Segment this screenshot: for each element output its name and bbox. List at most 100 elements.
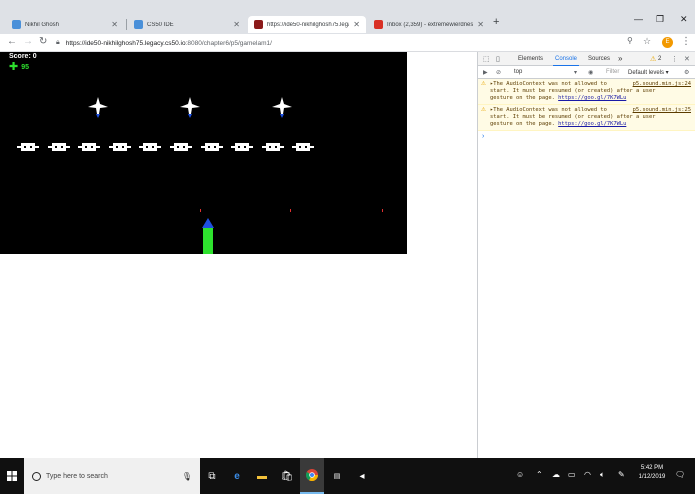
filter-input[interactable]: Filter xyxy=(606,69,619,75)
people-icon[interactable]: ☺ xyxy=(516,470,524,479)
devtools-menu-icon[interactable]: ⋮ xyxy=(671,55,678,63)
reload-icon[interactable]: ↻ xyxy=(39,36,47,47)
enemy-ship xyxy=(272,97,292,118)
edge-browser-icon[interactable]: e xyxy=(225,458,249,494)
profile-avatar[interactable]: E xyxy=(662,37,673,48)
enemy-ship xyxy=(180,97,200,118)
alien-enemy xyxy=(261,143,284,151)
warning-count-icon[interactable]: ⚠ xyxy=(650,55,656,63)
browser-tab-strip: Nikhil Ghosh ✕ CS50 IDE ✕ https://ide50-… xyxy=(0,0,695,34)
alien-enemy xyxy=(170,143,192,151)
onedrive-cloud-icon[interactable]: ☁ xyxy=(552,470,560,479)
close-tab-icon[interactable]: ✕ xyxy=(477,20,484,29)
clock-date: 1/12/2019 xyxy=(638,474,666,480)
back-arrow-icon[interactable]: ← xyxy=(7,36,17,47)
devtools-panel: ⬚ ▯ Elements Console Sources » ⚠ 2 ⋮ ✕ ▶… xyxy=(477,52,695,458)
message-text: gesture on the page. xyxy=(490,121,555,127)
alien-enemy xyxy=(108,143,131,151)
alien-enemy xyxy=(139,143,162,151)
tab-title: CS50 IDE xyxy=(147,21,174,28)
tab-gmail-inbox[interactable]: Inbox (2,359) - extremewierdness ✕ xyxy=(368,16,490,33)
microphone-icon[interactable]: 🎙︎ xyxy=(182,472,192,481)
chrome-menu-icon[interactable]: ⋮ xyxy=(681,36,691,47)
chrome-taskbar-icon[interactable] xyxy=(300,458,324,494)
tab-cs50-ide[interactable]: CS50 IDE ✕ xyxy=(128,16,246,33)
message-link[interactable]: https://goo.gl/7K7WLu xyxy=(558,95,626,101)
tab-title: Inbox (2,359) - extremewierdness xyxy=(387,21,474,28)
enemy-ship xyxy=(88,97,108,118)
close-devtools-icon[interactable]: ✕ xyxy=(684,55,690,63)
start-button[interactable] xyxy=(0,458,24,494)
context-selector[interactable]: top xyxy=(514,69,522,75)
action-center-icon[interactable]: 🗨︎ xyxy=(675,470,685,479)
restore-window-icon[interactable]: ❐ xyxy=(656,14,664,25)
enemy-bullet xyxy=(382,209,383,212)
close-window-icon[interactable]: ✕ xyxy=(680,14,688,25)
system-clock[interactable]: 5:42 PM 1/12/2019 xyxy=(632,464,672,482)
alien-enemy xyxy=(17,143,39,151)
tab-game-active[interactable]: https://ide50-nikhilghosh75.legac ✕ xyxy=(248,16,366,33)
health-indicator: ✚ 95 xyxy=(9,61,29,73)
forward-arrow-icon[interactable]: → xyxy=(23,36,33,47)
tab-title: Nikhil Ghosh xyxy=(25,21,60,28)
close-tab-icon[interactable]: ✕ xyxy=(111,20,118,29)
tab-sources[interactable]: Sources xyxy=(588,56,610,62)
live-expression-eye-icon[interactable]: ◉ xyxy=(588,69,593,76)
tab-console[interactable]: Console xyxy=(552,56,580,66)
pen-ink-icon[interactable]: ✎ xyxy=(618,470,625,479)
source-link[interactable]: p5.sound.min.js:25 xyxy=(633,107,691,114)
tab-favicon-icon xyxy=(134,20,143,29)
alien-enemy xyxy=(292,143,315,151)
volume-icon[interactable]: 🔈︎ xyxy=(600,470,605,480)
tab-title: https://ide50-nikhilghosh75.legac xyxy=(267,21,350,28)
windows-taskbar: Type here to search 🎙︎ ⧉ e ▬ 🛍︎ ▤ ◂ ☺ ⌃ … xyxy=(0,458,695,494)
inspect-element-icon[interactable]: ⬚ xyxy=(483,55,490,63)
zoom-search-icon[interactable]: ⚲ xyxy=(627,36,633,45)
context-dropdown-icon[interactable]: ▾ xyxy=(574,69,577,76)
close-tab-icon[interactable]: ✕ xyxy=(233,20,240,29)
app-icon[interactable]: ▤ xyxy=(325,458,349,494)
tab-elements[interactable]: Elements xyxy=(518,56,543,62)
player-rocket xyxy=(202,218,214,254)
file-explorer-icon[interactable]: ▬ xyxy=(250,458,274,494)
warning-icon: ⚠ xyxy=(481,81,486,87)
battery-icon[interactable]: ▭ xyxy=(568,470,576,479)
bookmark-star-icon[interactable]: ☆ xyxy=(643,36,651,47)
enemy-bullet xyxy=(200,209,201,212)
console-settings-gear-icon[interactable]: ⚙ xyxy=(684,69,689,76)
health-cross-icon: ✚ xyxy=(9,61,19,73)
shield-favicon-icon xyxy=(254,20,263,29)
score-label: Score: 0 xyxy=(9,53,37,60)
minimize-window-icon[interactable]: — xyxy=(634,14,643,24)
tab-favicon-icon xyxy=(12,20,21,29)
game-canvas[interactable]: Score: 0 ✚ 95 xyxy=(0,52,407,254)
device-toolbar-icon[interactable]: ▯ xyxy=(496,55,500,63)
console-warning-message: ⚠ p5.sound.min.js:25 ▸The AudioContext w… xyxy=(478,105,695,131)
taskbar-search-box[interactable]: Type here to search 🎙︎ xyxy=(24,458,200,494)
close-tab-icon[interactable]: ✕ xyxy=(353,20,360,29)
message-text: gesture on the page. xyxy=(490,95,555,101)
page-content: Score: 0 ✚ 95 xyxy=(0,52,477,458)
alien-enemy xyxy=(47,143,70,151)
message-text: start. It must be resumed (or created) a… xyxy=(490,114,656,120)
message-link[interactable]: https://goo.gl/7K7WLu xyxy=(558,121,626,127)
search-placeholder: Type here to search xyxy=(46,472,108,480)
media-app-icon[interactable]: ◂ xyxy=(350,458,374,494)
new-tab-button[interactable]: + xyxy=(493,16,499,28)
log-levels-dropdown[interactable]: Default levels ▾ xyxy=(628,69,669,76)
show-hidden-icons-chevron-icon[interactable]: ⌃ xyxy=(536,470,543,479)
more-tabs-button[interactable]: » xyxy=(618,54,622,63)
alien-enemy xyxy=(78,143,101,151)
sidebar-toggle-icon[interactable]: ▶ xyxy=(483,69,488,76)
console-prompt[interactable]: › xyxy=(478,131,695,142)
warning-icon: ⚠ xyxy=(481,107,486,113)
chrome-logo-icon xyxy=(306,469,318,481)
address-bar[interactable]: 🔒︎ https://ide50-nikhilghosh75.legacy.cs… xyxy=(56,36,656,50)
wifi-icon[interactable]: ◠ xyxy=(584,470,591,479)
store-icon[interactable]: 🛍︎ xyxy=(275,458,299,494)
tab-nikhil-ghosh[interactable]: Nikhil Ghosh ✕ xyxy=(6,16,124,33)
url-path: :8080/chapter6/p5/gamelam1/ xyxy=(185,39,272,47)
clear-console-icon[interactable]: ⊘ xyxy=(496,69,501,76)
task-view-icon[interactable]: ⧉ xyxy=(200,458,224,494)
source-link[interactable]: p5.sound.min.js:24 xyxy=(633,81,691,88)
